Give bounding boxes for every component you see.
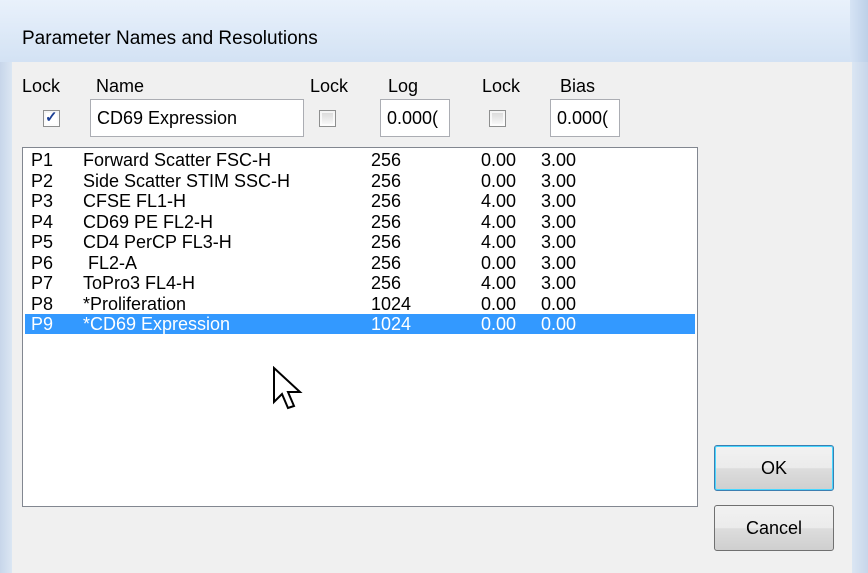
parameter-id: P9	[31, 314, 54, 334]
parameter-id: P1	[31, 150, 54, 170]
window-title: Parameter Names and Resolutions	[22, 28, 318, 49]
parameter-log: 0.00	[481, 314, 517, 334]
parameter-name: *Proliferation	[83, 293, 187, 314]
dialog-client-area: Lock Name Lock Log Lock Bias ✓ CD69 Expr…	[12, 62, 852, 573]
log-header: Log	[388, 76, 419, 96]
lock-bias-checkbox[interactable]	[489, 110, 506, 127]
parameter-id: P2	[31, 170, 54, 191]
lock-log-checkbox[interactable]	[319, 110, 336, 127]
mouse-pointer-icon	[273, 366, 303, 410]
ok-button[interactable]: OK	[714, 445, 834, 491]
parameter-name: Side Scatter STIM SSC-H	[83, 170, 291, 191]
parameter-name: Forward Scatter FSC-H	[83, 150, 272, 170]
parameter-bias: 0.00	[541, 293, 577, 314]
parameter-log: 4.00	[481, 191, 517, 211]
parameter-bias: 3.00	[541, 170, 577, 191]
parameter-log: 0.00	[481, 170, 517, 191]
checkmark-icon: ✓	[45, 109, 58, 126]
log-field[interactable]: 0.000(	[380, 99, 450, 137]
parameter-bias: 3.00	[541, 273, 577, 293]
parameter-id: P4	[31, 211, 54, 232]
window-frame-left	[0, 62, 12, 573]
list-item[interactable]: P4 CD69 PE FL2-H 256 4.00 3.00	[25, 212, 695, 232]
parameter-log: 0.00	[481, 150, 517, 170]
parameter-log: 0.00	[481, 293, 517, 314]
parameter-bias: 3.00	[541, 211, 577, 232]
list-item[interactable]: P2 Side Scatter STIM SSC-H 256 0.00 3.00	[25, 171, 695, 191]
parameter-id: P5	[31, 232, 54, 252]
parameter-log: 0.00	[481, 252, 517, 273]
parameter-resolution: 1024	[371, 293, 412, 314]
parameter-resolution: 256	[371, 150, 402, 170]
parameter-name: CD69 PE FL2-H	[83, 211, 214, 232]
list-item[interactable]: P8 *Proliferation 1024 0.00 0.00	[25, 294, 695, 314]
list-item[interactable]: P9 *CD69 Expression 1024 0.00 0.00	[25, 314, 695, 334]
lock-bias-header: Lock	[482, 76, 521, 96]
list-item[interactable]: P5 CD4 PerCP FL3-H 256 4.00 3.00	[25, 232, 695, 252]
parameter-resolution: 256	[371, 232, 402, 252]
parameter-id: P3	[31, 191, 54, 211]
cancel-button[interactable]: Cancel	[714, 505, 834, 551]
parameter-name: FL2-A	[83, 252, 138, 273]
parameter-id: P7	[31, 273, 54, 293]
parameter-resolution: 256	[371, 273, 402, 293]
parameter-log: 4.00	[481, 211, 517, 232]
parameter-name: CFSE FL1-H	[83, 191, 187, 211]
list-item[interactable]: P6 FL2-A 256 0.00 3.00	[25, 253, 695, 273]
parameter-bias: 0.00	[541, 314, 577, 334]
parameter-log: 4.00	[481, 273, 517, 293]
parameter-bias: 3.00	[541, 191, 577, 211]
bias-header: Bias	[560, 76, 596, 96]
parameter-resolution: 256	[371, 170, 402, 191]
lock-log-header: Lock	[310, 76, 349, 96]
lock-name-checkbox[interactable]: ✓	[43, 109, 60, 127]
parameter-bias: 3.00	[541, 232, 577, 252]
list-item[interactable]: P7 ToPro3 FL4-H 256 4.00 3.00	[25, 273, 695, 293]
parameter-log: 4.00	[481, 232, 517, 252]
parameter-name: *CD69 Expression	[83, 314, 231, 334]
title-bar-edge	[850, 0, 868, 62]
parameter-name: CD4 PerCP FL3-H	[83, 232, 232, 252]
parameter-id: P6	[31, 252, 54, 273]
parameter-resolution: 256	[371, 252, 402, 273]
list-item[interactable]: P1 Forward Scatter FSC-H 256 0.00 3.00	[25, 150, 695, 170]
name-field[interactable]: CD69 Expression	[90, 99, 304, 137]
lock-name-header: Lock	[22, 76, 61, 96]
parameter-id: P8	[31, 293, 54, 314]
parameter-resolution: 256	[371, 191, 402, 211]
parameter-bias: 3.00	[541, 150, 577, 170]
title-bar[interactable]: Parameter Names and Resolutions	[0, 0, 868, 63]
bias-field[interactable]: 0.000(	[550, 99, 620, 137]
window-frame-right	[852, 62, 868, 573]
parameter-resolution: 1024	[371, 314, 412, 334]
parameter-bias: 3.00	[541, 252, 577, 273]
parameter-list[interactable]: P1 Forward Scatter FSC-H 256 0.00 3.00 P2 Side…	[22, 147, 698, 507]
parameter-resolution: 256	[371, 211, 402, 232]
list-item[interactable]: P3 CFSE FL1-H 256 4.00 3.00	[25, 191, 695, 211]
parameter-name: ToPro3 FL4-H	[83, 273, 196, 293]
name-header: Name	[96, 76, 145, 96]
